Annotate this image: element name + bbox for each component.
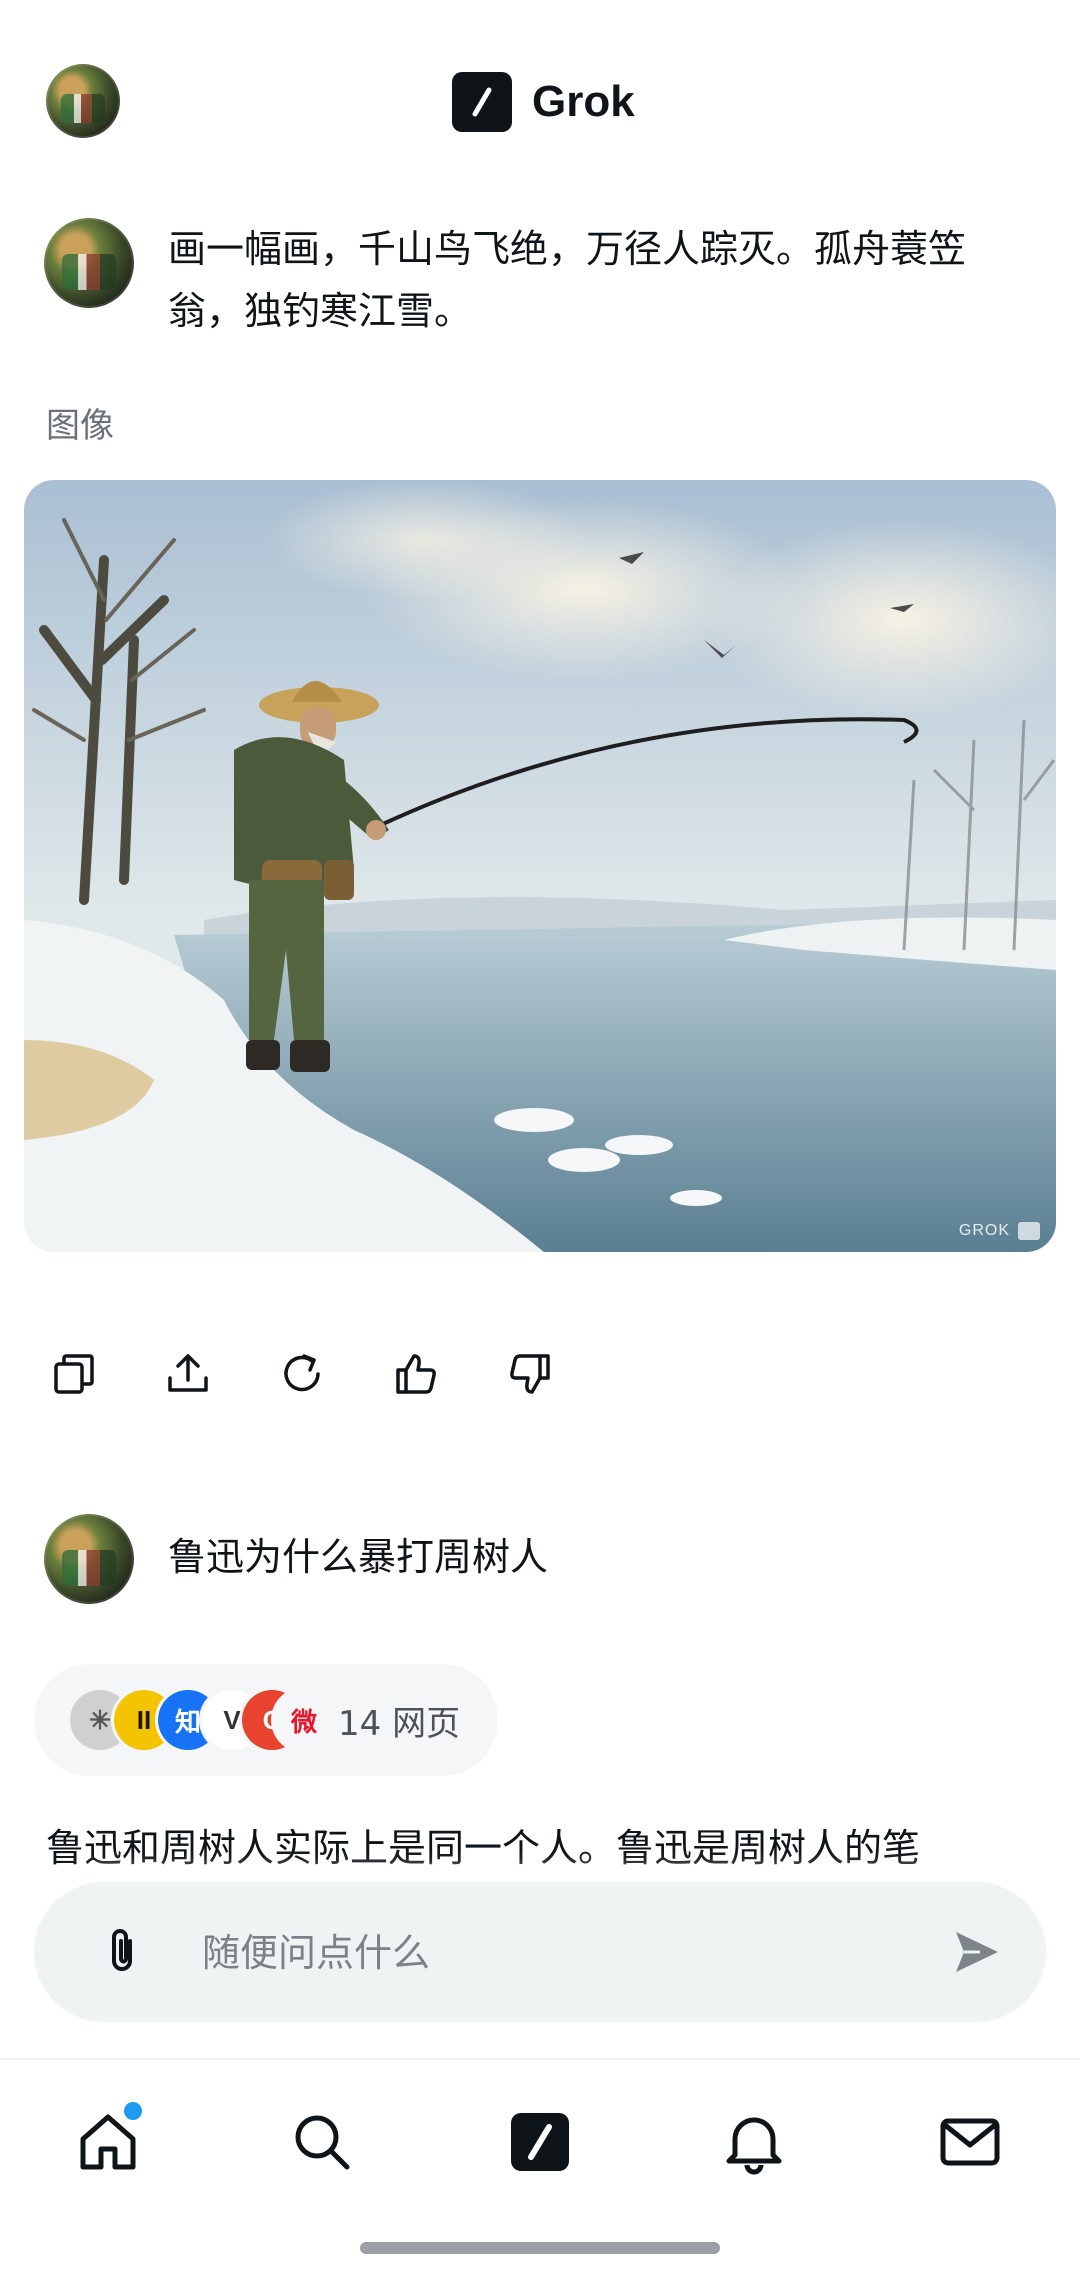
assistant-answer-text: 鲁迅和周树人实际上是同一个人。鲁迅是周树人的笔 <box>46 1826 921 1870</box>
chat-input[interactable] <box>200 1916 904 1990</box>
share-button[interactable] <box>160 1346 216 1402</box>
copy-icon <box>54 1354 94 1394</box>
nav-search[interactable] <box>282 2102 362 2182</box>
copy-button[interactable] <box>46 1346 102 1402</box>
grok-logo-icon <box>452 72 512 132</box>
share-icon <box>168 1354 208 1392</box>
message-composer <box>34 1882 1046 2022</box>
generated-image[interactable]: GROK <box>24 480 1056 1252</box>
source-favicons: ✳ II 知 V C 微 <box>70 1690 334 1750</box>
user-message-text: 画一幅画，千山鸟飞绝，万径人踪灭。孤舟蓑笠翁，独钓寒江雪。 <box>168 227 967 333</box>
thumbs-up-icon <box>396 1354 436 1394</box>
user-message-text: 鲁迅为什么暴打周树人 <box>168 1535 549 1579</box>
dislike-button[interactable] <box>502 1346 558 1402</box>
user-avatar <box>44 218 134 308</box>
paperclip-icon <box>112 1929 132 1971</box>
send-icon <box>956 1932 998 1972</box>
send-button[interactable] <box>946 1922 1006 1982</box>
refresh-icon <box>284 1354 320 1392</box>
nav-grok[interactable] <box>500 2102 580 2182</box>
user-message: 画一幅画，千山鸟飞绝，万径人踪灭。孤舟蓑笠翁，独钓寒江雪。 <box>0 214 1080 354</box>
notification-dot <box>124 2102 142 2120</box>
fisherman-painting <box>24 480 1056 1252</box>
sources-count: 14 网页 <box>338 1703 461 1744</box>
top-bar: Grok <box>0 0 1080 200</box>
thumbs-down-icon <box>510 1354 550 1394</box>
profile-avatar[interactable] <box>46 64 120 138</box>
app-title: Grok <box>532 77 635 126</box>
grok-watermark-icon <box>1018 1222 1040 1240</box>
regenerate-button[interactable] <box>274 1346 330 1402</box>
bell-icon <box>726 2117 782 2175</box>
nav-home[interactable] <box>68 2102 148 2182</box>
like-button[interactable] <box>388 1346 444 1402</box>
image-watermark: GROK <box>959 1222 1040 1240</box>
source-favicon-icon: 微 <box>274 1690 334 1750</box>
nav-notifications[interactable] <box>714 2102 794 2182</box>
message-actions <box>46 1346 616 1402</box>
attach-button[interactable] <box>92 1922 152 1982</box>
web-sources-chip[interactable]: ✳ II 知 V C 微 14 网页 <box>34 1664 498 1776</box>
search-icon <box>295 2115 350 2170</box>
nav-messages[interactable] <box>930 2102 1010 2182</box>
user-avatar <box>44 1514 134 1604</box>
user-message: 鲁迅为什么暴打周树人 <box>0 1512 1080 1612</box>
home-indicator <box>360 2242 720 2254</box>
app-brand: Grok <box>452 72 635 132</box>
mail-icon <box>940 2118 1000 2166</box>
grok-chat-screen: Grok 画一幅画，千山鸟飞绝，万径人踪灭。孤舟蓑笠翁，独钓寒江雪。 图像 GR… <box>0 0 1080 2274</box>
image-section-label: 图像 <box>46 406 114 446</box>
grok-icon <box>511 2113 569 2171</box>
